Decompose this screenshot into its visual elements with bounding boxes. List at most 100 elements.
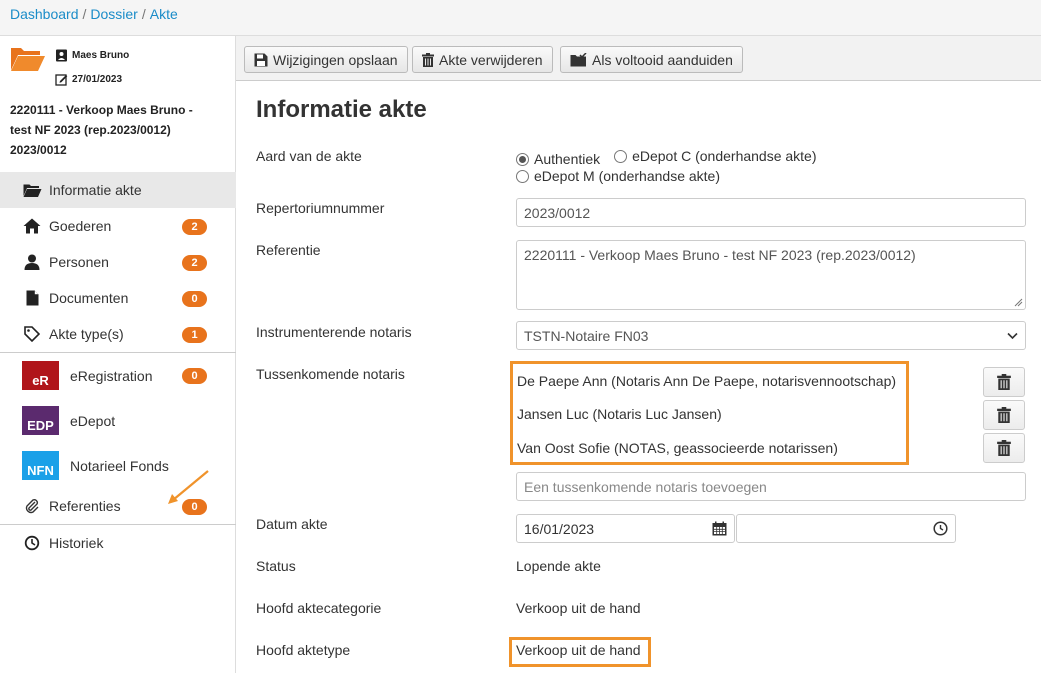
paperclip-icon: [22, 497, 42, 515]
toolbar: Wijzigingen opslaan Akte verwijderen Als…: [236, 36, 1041, 81]
breadcrumb-akte[interactable]: Akte: [150, 6, 178, 22]
breadcrumb: Dashboard / Dossier / Akte: [0, 0, 1041, 36]
instr-notaris-label: Instrumenterende notaris: [256, 324, 412, 340]
hoofdtype-value: Verkoop uit de hand: [516, 642, 641, 658]
hoofdtype-label: Hoofd aktetype: [256, 642, 351, 658]
count-badge: 0: [182, 291, 207, 307]
delete-button-label: Akte verwijderen: [439, 51, 543, 68]
hoofdcat-label: Hoofd aktecategorie: [256, 600, 382, 616]
delete-akte-button[interactable]: Akte verwijderen: [412, 46, 553, 73]
calendar-icon[interactable]: [712, 521, 727, 536]
referentie-textarea[interactable]: 2220111 - Verkoop Maes Bruno - test NF 2…: [516, 240, 1026, 310]
save-icon: [254, 53, 268, 66]
count-badge: 2: [182, 255, 207, 271]
user-icon: [22, 253, 42, 271]
hoofdcat-value: Verkoop uit de hand: [516, 600, 641, 616]
aard-radio-group-row2: eDepot M (onderhandse akte): [516, 168, 730, 186]
radio-authentiek[interactable]: Authentiek: [516, 151, 600, 167]
instr-notaris-select[interactable]: TSTN-Notaire FN03: [516, 321, 1026, 350]
trash-icon: [997, 407, 1011, 423]
contact-card-icon: [56, 49, 67, 62]
tag-icon: [22, 325, 42, 343]
sidebar-item-label: eRegistration: [70, 367, 153, 384]
home-icon: [22, 217, 42, 235]
status-label: Status: [256, 558, 296, 574]
chevron-down-icon: [1007, 332, 1018, 339]
save-button[interactable]: Wijzigingen opslaan: [244, 46, 408, 73]
radio-circle: [516, 169, 529, 183]
status-value: Lopende akte: [516, 558, 601, 574]
dossier-date-value: 27/01/2023: [72, 74, 123, 85]
radio-edepot-c[interactable]: eDepot C (onderhandse akte): [614, 148, 817, 164]
radio-label: eDepot C (onderhandse akte): [632, 148, 817, 164]
tussen-notaris-item: Van Oost Sofie (NOTAS, geassocieerde not…: [517, 440, 838, 456]
count-badge: 1: [182, 327, 207, 343]
annotation-arrow-icon: [168, 470, 209, 504]
sidebar-item-informatie-akte[interactable]: Informatie akte: [0, 172, 236, 208]
add-tussen-notaris-input[interactable]: Een tussenkomende notaris toevoegen: [516, 472, 1026, 501]
referentie-text: 2220111 - Verkoop Maes Bruno - test NF 2…: [524, 247, 916, 263]
dossier-date: 27/01/2023: [55, 73, 122, 86]
file-icon: [22, 289, 42, 307]
trash-icon: [997, 374, 1011, 390]
history-icon: [22, 534, 42, 552]
remove-notaris-button[interactable]: [983, 367, 1025, 397]
sidebar-item-personen[interactable]: Personen 2: [0, 244, 236, 280]
eregistration-logo: eR: [22, 361, 59, 390]
clock-icon[interactable]: [933, 521, 948, 536]
resize-handle-icon[interactable]: [1014, 298, 1023, 307]
sidebar-item-eregistration[interactable]: eR eRegistration 0: [0, 353, 236, 398]
repertorium-input[interactable]: 2023/0012: [516, 198, 1026, 227]
main-content: Informatie akte Aard van de akte Authent…: [236, 81, 1041, 673]
sidebar-item-label: eDepot: [70, 412, 116, 429]
radio-circle: [516, 152, 529, 166]
sidebar-item-label: Historiek: [49, 535, 104, 551]
folder-open-icon: [22, 181, 42, 199]
count-badge: 2: [182, 219, 207, 235]
radio-edepot-m[interactable]: eDepot M (onderhandse akte): [516, 168, 720, 184]
remove-notaris-button[interactable]: [983, 433, 1025, 463]
aard-radio-group: Authentiek eDepot C (onderhandse akte): [516, 148, 827, 167]
complete-button-label: Als voltooid aanduiden: [592, 51, 733, 68]
notarieel-fonds-logo: NFN: [22, 451, 59, 480]
sidebar-item-label: Personen: [49, 254, 109, 270]
breadcrumb-separator: /: [141, 6, 146, 22]
sidebar-item-documenten[interactable]: Documenten 0: [0, 280, 236, 316]
repertorium-label: Repertoriumnummer: [256, 200, 385, 216]
dossier-user-name: Maes Bruno: [72, 50, 130, 61]
sidebar-item-label: Akte type(s): [49, 326, 124, 342]
sidebar-item-historiek[interactable]: Historiek: [0, 525, 236, 561]
page-title: Informatie akte: [256, 96, 427, 123]
count-badge: 0: [182, 368, 207, 384]
tussen-notaris-label: Tussenkomende notaris: [256, 366, 405, 382]
breadcrumb-dossier[interactable]: Dossier: [90, 6, 137, 22]
sidebar-item-goederen[interactable]: Goederen 2: [0, 208, 236, 244]
remove-notaris-button[interactable]: [983, 400, 1025, 430]
save-button-label: Wijzigingen opslaan: [273, 51, 398, 68]
breadcrumb-dashboard[interactable]: Dashboard: [10, 6, 79, 22]
tussen-notaris-item: De Paepe Ann (Notaris Ann De Paepe, nota…: [517, 373, 897, 389]
edepot-logo: EDP: [22, 406, 59, 435]
datum-input[interactable]: 16/01/2023: [516, 514, 735, 543]
radio-label: Authentiek: [534, 151, 601, 167]
datum-label: Datum akte: [256, 516, 328, 532]
radio-label: eDepot M (onderhandse akte): [534, 168, 720, 184]
folder-check-icon: [570, 52, 587, 66]
edit-icon: [55, 74, 68, 86]
sidebar-item-label: Referenties: [49, 498, 121, 514]
dossier-user: Maes Bruno: [55, 49, 129, 62]
sidebar-item-label: Informatie akte: [49, 182, 142, 198]
datum-value: 16/01/2023: [524, 520, 595, 537]
sidebar-item-label: Documenten: [49, 290, 129, 306]
sidebar: Maes Bruno 27/01/2023 2220111 - Verkoop …: [0, 36, 236, 673]
sidebar-item-label: Notarieel Fonds: [70, 457, 169, 474]
tijd-input[interactable]: [736, 514, 956, 543]
sidebar-item-akte-types[interactable]: Akte type(s) 1: [0, 316, 236, 352]
mark-complete-button[interactable]: Als voltooid aanduiden: [560, 46, 743, 73]
sidebar-item-edepot[interactable]: EDP eDepot: [0, 398, 236, 443]
folder-open-icon: [11, 48, 45, 71]
tussen-notaris-item: Jansen Luc (Notaris Luc Jansen): [517, 406, 722, 422]
dossier-title: 2220111 - Verkoop Maes Bruno - test NF 2…: [10, 103, 193, 157]
trash-icon: [997, 440, 1011, 456]
instr-notaris-value: TSTN-Notaire FN03: [524, 327, 649, 344]
